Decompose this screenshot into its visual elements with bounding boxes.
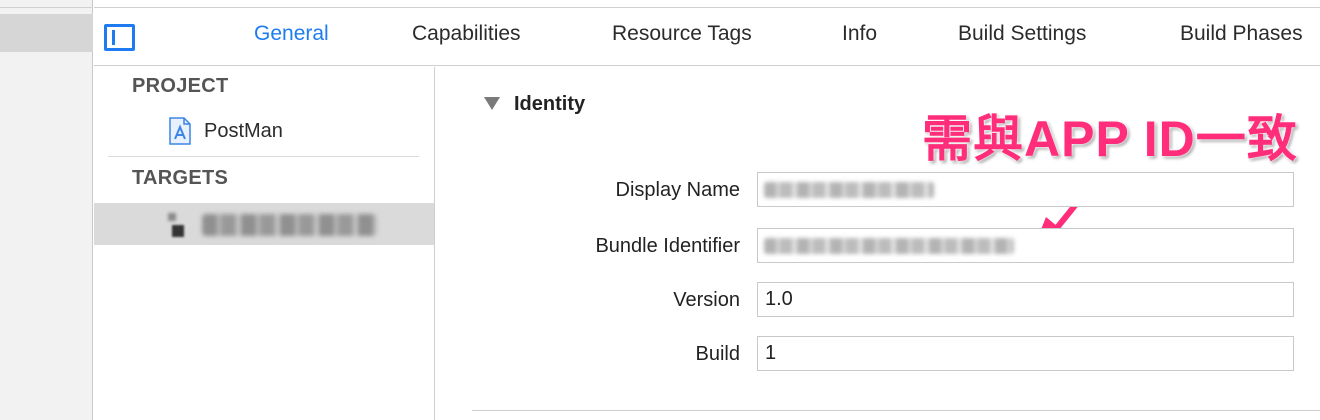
project-heading: PROJECT	[132, 75, 229, 97]
section-divider	[472, 410, 1320, 411]
tab-bar-top-divider	[94, 7, 1320, 8]
project-label: PostMan	[204, 119, 283, 142]
target-item-selected[interactable]	[94, 203, 434, 245]
annotation-callout: 需與APP ID一致	[922, 111, 1298, 167]
bundle-identifier-field[interactable]	[757, 228, 1294, 263]
identity-section-title: Identity	[514, 93, 586, 115]
tab-resource-tags[interactable]: Resource Tags	[612, 22, 752, 46]
targets-heading: TARGETS	[132, 167, 229, 189]
tab-capabilities[interactable]: Capabilities	[412, 22, 521, 46]
version-label: Version	[673, 289, 740, 311]
build-field[interactable]: 1	[757, 336, 1294, 371]
sidebar-toggle-icon[interactable]	[104, 24, 135, 51]
project-item-postman[interactable]: PostMan	[168, 116, 283, 146]
project-targets-list: PROJECT PostMan TARGETS	[94, 67, 435, 420]
general-editor: Identity 需與APP ID一致 Display Name Bundle …	[436, 67, 1320, 420]
build-value: 1	[765, 342, 777, 364]
display-name-label: Display Name	[615, 179, 740, 201]
build-label: Build	[695, 343, 740, 365]
redacted-target-name	[202, 214, 377, 236]
navigator-top-divider	[0, 7, 93, 8]
app-target-icon	[168, 211, 190, 239]
version-value: 1.0	[765, 288, 793, 310]
bundle-identifier-label: Bundle Identifier	[595, 235, 740, 257]
tab-general[interactable]: General	[254, 22, 329, 46]
tab-build-phases[interactable]: Build Phases	[1180, 22, 1303, 46]
editor-tab-bar: General Capabilities Resource Tags Info …	[94, 0, 1320, 66]
disclosure-triangle-icon[interactable]	[484, 97, 500, 110]
tab-info[interactable]: Info	[842, 22, 877, 46]
navigator-selected-row[interactable]	[0, 14, 93, 52]
version-field[interactable]: 1.0	[757, 282, 1294, 317]
display-name-field[interactable]	[757, 172, 1294, 207]
xcode-project-icon	[168, 117, 192, 145]
redacted-bundle-identifier	[764, 238, 1014, 254]
navigator-strip	[0, 0, 93, 420]
list-divider	[108, 156, 419, 157]
tab-build-settings[interactable]: Build Settings	[958, 22, 1086, 46]
redacted-display-name	[764, 182, 934, 198]
